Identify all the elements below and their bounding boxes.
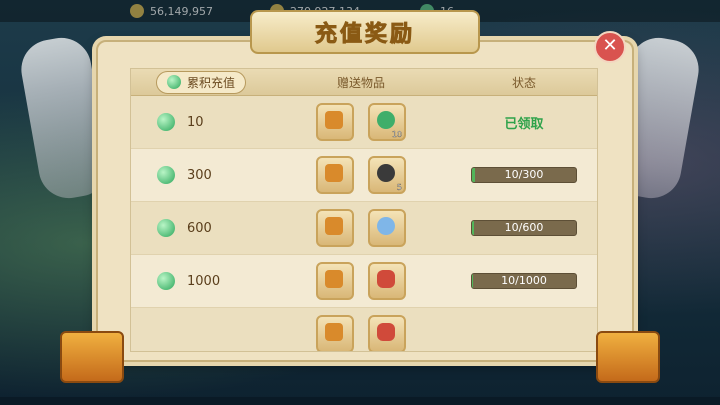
reward-item[interactable] xyxy=(316,156,354,194)
progress-bar: 10/300 xyxy=(471,167,577,183)
progress-text: 10/600 xyxy=(504,221,544,234)
progress-text: 10/1000 xyxy=(501,274,547,287)
close-button[interactable]: ✕ xyxy=(594,31,626,63)
reward-item[interactable] xyxy=(316,209,354,247)
gold-coin-icon xyxy=(130,4,144,18)
recharge-amount: 10 xyxy=(187,114,204,130)
reward-item[interactable] xyxy=(368,315,406,351)
bottom-bar xyxy=(0,397,720,405)
gold-resource: 56,149,957 xyxy=(130,3,213,19)
reward-row-partial xyxy=(131,308,597,351)
item-count: 10 xyxy=(391,130,402,139)
gold-amount: 56,149,957 xyxy=(150,4,213,18)
crystal-orb-icon xyxy=(377,217,395,235)
progress-bar: 10/1000 xyxy=(471,273,577,289)
jade-gem-icon xyxy=(157,272,175,290)
dialog-title: 充值奖励 xyxy=(314,21,415,48)
treasure-chest-icon xyxy=(596,331,660,383)
recharge-amount: 300 xyxy=(187,167,212,183)
reward-item[interactable]: 10 xyxy=(368,103,406,141)
col-gifts-label: 赠送物品 xyxy=(336,75,385,90)
reward-item[interactable]: 5 xyxy=(368,156,406,194)
col-status-label: 状态 xyxy=(511,75,536,90)
reward-row: 600 10/600 xyxy=(131,202,597,255)
recharge-amount: 600 xyxy=(187,220,212,236)
recharge-amount: 1000 xyxy=(187,273,221,289)
reward-table: 累积充值 赠送物品 状态 10 10 已领取 300 5 10/300 600 … xyxy=(130,68,598,352)
jade-gem-icon xyxy=(157,219,175,237)
gift-pouch-icon xyxy=(377,323,395,341)
cumulative-recharge-tab[interactable]: 累积充值 xyxy=(155,70,246,94)
herb-icon xyxy=(377,111,395,129)
reward-row: 300 5 10/300 xyxy=(131,149,597,202)
reward-item[interactable] xyxy=(316,262,354,300)
ring-icon xyxy=(377,164,395,182)
treasure-bag-icon xyxy=(325,323,343,341)
col-cumulative-label: 累积充值 xyxy=(186,75,235,90)
reward-item[interactable] xyxy=(316,315,354,351)
reward-row: 1000 10/1000 xyxy=(131,255,597,308)
reward-item[interactable] xyxy=(368,262,406,300)
reward-item[interactable] xyxy=(316,103,354,141)
recharge-reward-dialog: 累积充值 赠送物品 状态 10 10 已领取 300 5 10/300 600 … xyxy=(96,40,634,362)
claimed-status: 已领取 xyxy=(504,116,544,132)
treasure-chest-icon xyxy=(60,331,124,383)
table-header: 累积充值 赠送物品 状态 xyxy=(131,69,597,96)
treasure-bag-icon xyxy=(325,217,343,235)
progress-text: 10/300 xyxy=(504,168,544,181)
close-icon: ✕ xyxy=(602,35,618,56)
item-count: 5 xyxy=(396,183,402,192)
gift-pouch-icon xyxy=(377,270,395,288)
jade-gem-icon xyxy=(166,75,181,89)
jade-gem-icon xyxy=(157,166,175,184)
treasure-bag-icon xyxy=(325,111,343,129)
reward-row: 10 10 已领取 xyxy=(131,96,597,149)
reward-item[interactable] xyxy=(368,209,406,247)
dialog-title-plate: 充值奖励 xyxy=(250,10,480,54)
progress-bar: 10/600 xyxy=(471,220,577,236)
treasure-bag-icon xyxy=(325,164,343,182)
jade-gem-icon xyxy=(157,113,175,131)
treasure-bag-icon xyxy=(325,270,343,288)
